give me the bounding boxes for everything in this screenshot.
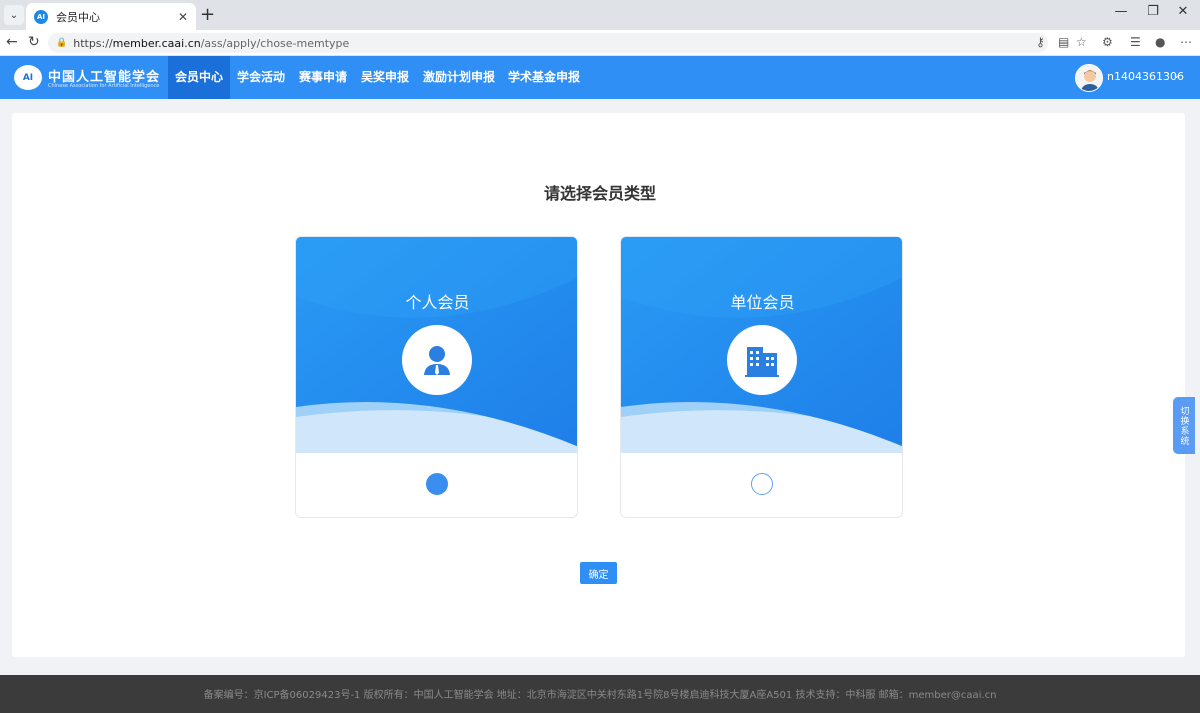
logo-subtitle: Chinese Association for Artificial Intel… — [48, 83, 160, 89]
nav-competition[interactable]: 赛事申请 — [294, 56, 352, 99]
address-bar: ← ↻ 🔒 https://member.caai.cn/ass/apply/c… — [0, 30, 1200, 56]
profile-icon[interactable]: ● — [1155, 35, 1165, 49]
tab-title: 会员中心 — [56, 10, 100, 24]
caai-logo-icon[interactable]: AI — [14, 65, 42, 90]
user-avatar[interactable] — [1075, 64, 1103, 92]
member-card-individual[interactable]: 个人会员 — [295, 236, 578, 518]
favorite-star-icon[interactable]: ☆ — [1076, 35, 1087, 49]
browser-tab-bar: ⌄ AI 会员中心 ✕ + — ❐ ✕ — [0, 0, 1200, 30]
tab-list-button[interactable]: ⌄ — [4, 5, 24, 25]
member-card-organization[interactable]: 单位会员 — [620, 236, 903, 518]
nav-fund[interactable]: 学术基金申报 — [504, 56, 584, 99]
chevron-down-icon[interactable]: ⌄ — [1172, 68, 1181, 81]
close-window-icon[interactable]: ✕ — [1168, 4, 1198, 19]
url-field[interactable]: 🔒 https://member.caai.cn/ass/apply/chose… — [48, 33, 1048, 53]
extensions-icon[interactable]: ⚙ — [1102, 35, 1113, 49]
avatar-person-icon — [1080, 70, 1100, 91]
building-icon — [745, 347, 779, 377]
lock-icon: 🔒 — [56, 38, 68, 48]
footer-text: 备案编号：京ICP备06029423号-1 版权所有：中国人工智能学会 地址：北… — [0, 675, 1200, 713]
reader-icon[interactable]: ▤ — [1058, 35, 1069, 49]
close-tab-icon[interactable]: ✕ — [178, 10, 188, 24]
more-icon[interactable]: ⋯ — [1180, 35, 1192, 49]
nav-wu-award[interactable]: 吴奖申报 — [356, 56, 414, 99]
chevron-down-icon: ⌄ — [9, 9, 19, 21]
site-favicon-icon: AI — [34, 9, 48, 24]
person-icon — [424, 346, 450, 375]
restore-icon[interactable]: ❐ — [1138, 4, 1168, 19]
card-label: 单位会员 — [730, 293, 795, 312]
key-icon[interactable]: ⚷ — [1036, 35, 1045, 49]
page-title: 请选择会员类型 — [543, 184, 656, 203]
browser-tab[interactable]: AI 会员中心 ✕ — [26, 3, 196, 30]
new-tab-button[interactable]: + — [200, 4, 215, 26]
minimize-icon[interactable]: — — [1106, 4, 1136, 19]
confirm-button[interactable]: 确定 — [580, 562, 617, 584]
nav-incentive[interactable]: 激励计划申报 — [418, 56, 500, 99]
nav-activities[interactable]: 学会活动 — [232, 56, 290, 99]
reload-icon[interactable]: ↻ — [28, 34, 40, 50]
radio-organization[interactable] — [751, 473, 773, 495]
card-label: 个人会员 — [405, 293, 470, 312]
url-scheme: https:// — [73, 36, 113, 50]
radio-individual[interactable] — [426, 473, 448, 495]
nav-member-center[interactable]: 会员中心 — [168, 56, 230, 99]
favorites-list-icon[interactable]: ☰ — [1130, 35, 1141, 49]
card-icon-circle — [727, 325, 797, 395]
site-header: AI 中国人工智能学会 Chinese Association for Arti… — [0, 56, 1200, 99]
card-icon-circle — [402, 325, 472, 395]
url-host: member.caai.cn — [112, 36, 201, 50]
url-path: /ass/apply/chose-memtype — [200, 36, 350, 50]
back-icon[interactable]: ← — [6, 34, 18, 50]
switch-system-button[interactable]: 切换系统 — [1173, 397, 1195, 454]
